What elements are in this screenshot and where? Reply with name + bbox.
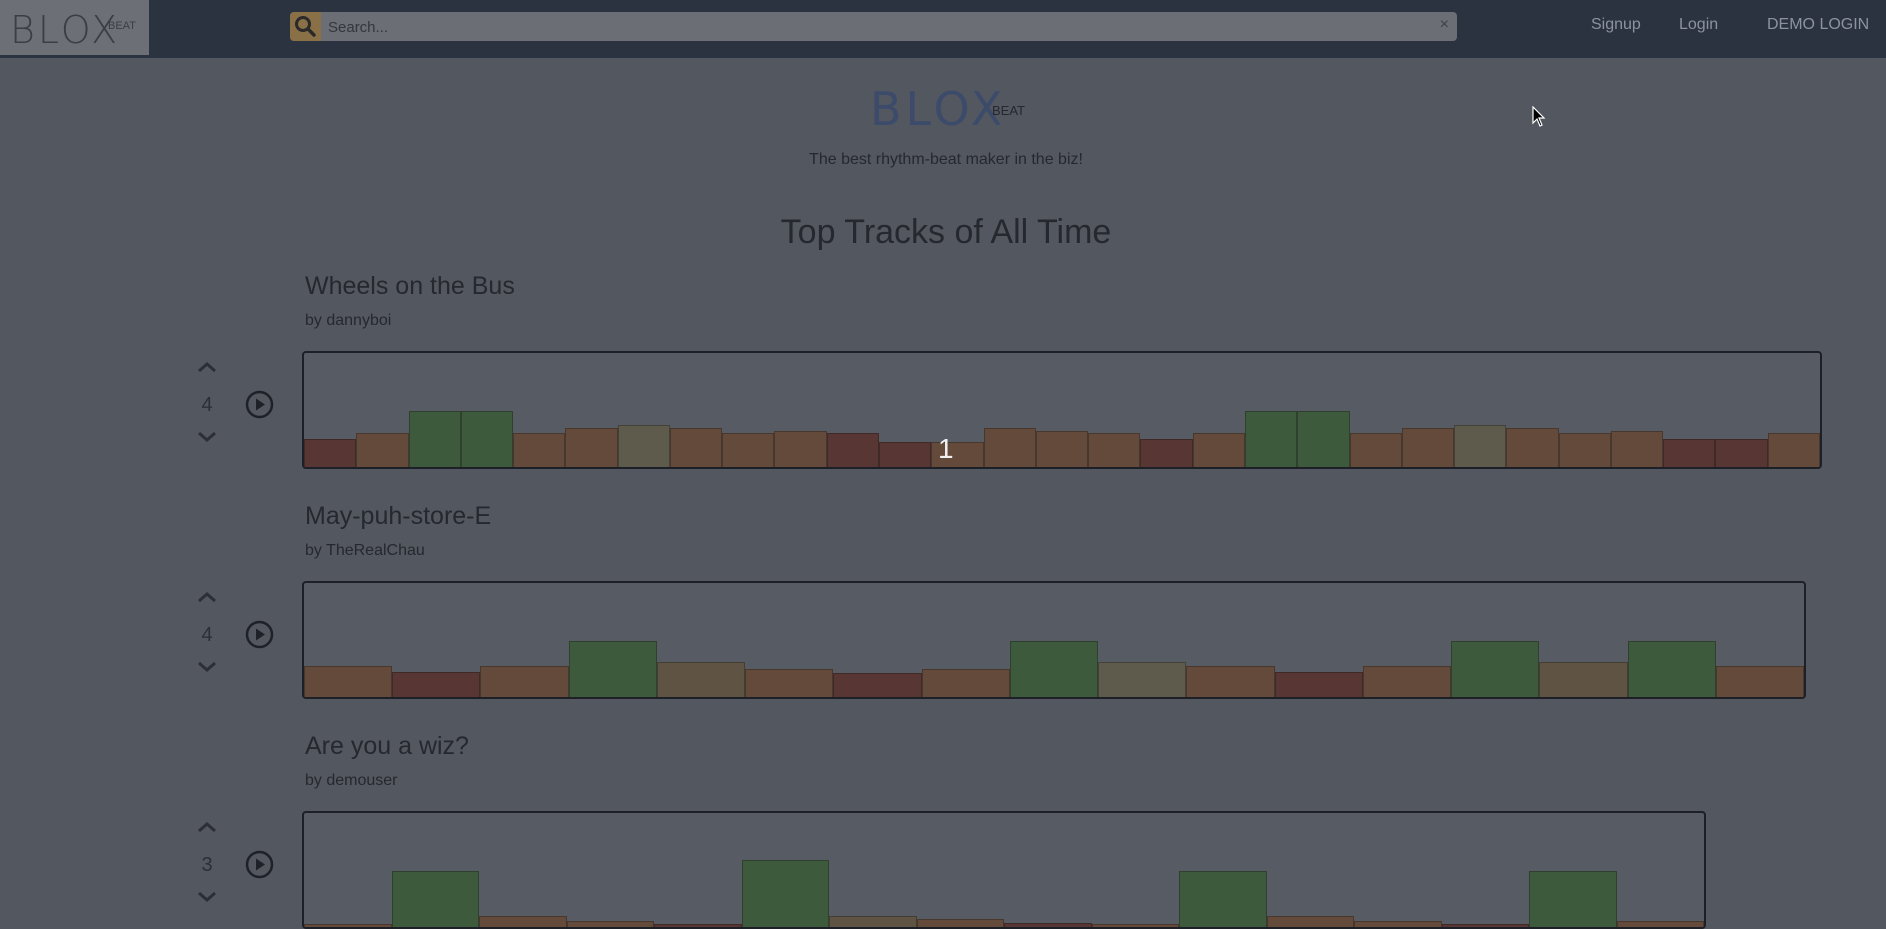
track-title[interactable]: Wheels on the Bus — [305, 272, 515, 301]
beat-block[interactable] — [1506, 428, 1559, 467]
beat-block[interactable] — [983, 428, 1036, 467]
hero-logo-subtext: BEAT — [992, 103, 1025, 118]
play-button-icon[interactable] — [245, 850, 274, 879]
beat-block[interactable] — [1454, 425, 1507, 467]
beat-block[interactable] — [741, 860, 829, 927]
search-bar: × — [290, 12, 1457, 43]
beat-block[interactable] — [1088, 433, 1141, 467]
beat-block[interactable] — [1186, 666, 1275, 697]
beat-block[interactable] — [656, 662, 746, 697]
upvote-chevron-icon[interactable] — [196, 590, 218, 606]
hero-logo-text: BLOX — [870, 82, 1007, 136]
beat-block[interactable] — [1451, 641, 1540, 697]
home-logo[interactable]: BLOX BEAT — [0, 0, 149, 55]
beat-block[interactable] — [1354, 921, 1442, 927]
beat-block[interactable] — [513, 433, 566, 467]
beat-block[interactable] — [1009, 641, 1099, 697]
beat-block[interactable] — [1091, 924, 1179, 927]
beat-block[interactable] — [1098, 662, 1187, 697]
beat-block[interactable] — [1274, 672, 1363, 697]
clear-search-icon[interactable]: × — [1440, 16, 1449, 34]
beat-block[interactable] — [617, 425, 670, 467]
downvote-chevron-icon[interactable] — [196, 660, 218, 676]
beat-block[interactable] — [356, 433, 409, 467]
track-author[interactable]: by TheRealChau — [305, 542, 425, 560]
beat-block[interactable] — [1004, 923, 1092, 927]
beat-grid[interactable]: 1 — [302, 351, 1822, 469]
beat-block[interactable] — [460, 411, 514, 467]
beat-block[interactable] — [1179, 871, 1267, 927]
beat-block[interactable] — [1627, 641, 1716, 697]
beat-block[interactable] — [1663, 439, 1716, 467]
beat-block[interactable] — [1616, 921, 1704, 927]
vote-count: 3 — [201, 854, 213, 876]
beat-grid[interactable] — [302, 581, 1806, 699]
beat-block[interactable] — [1401, 428, 1455, 467]
beat-block[interactable] — [480, 666, 569, 697]
search-icon[interactable] — [290, 12, 321, 41]
beat-grid[interactable] — [302, 811, 1706, 929]
downvote-chevron-icon[interactable] — [196, 430, 218, 446]
beat-block[interactable] — [1297, 411, 1350, 467]
beat-block[interactable] — [565, 428, 618, 467]
search-input[interactable] — [326, 12, 1430, 43]
vote-count: 4 — [201, 394, 213, 416]
beat-block[interactable] — [745, 669, 834, 697]
beat-block[interactable] — [1266, 916, 1354, 927]
beat-block[interactable] — [1715, 666, 1804, 697]
beat-block[interactable] — [1192, 433, 1245, 467]
beat-indicator: 1 — [938, 433, 954, 464]
beat-block[interactable] — [304, 439, 357, 467]
beat-block[interactable] — [826, 433, 880, 467]
beat-block[interactable] — [921, 669, 1010, 697]
beat-block[interactable] — [1362, 666, 1452, 697]
beat-block[interactable] — [391, 871, 479, 927]
demo-login-link[interactable]: DEMO LOGIN — [1767, 16, 1869, 34]
signup-link[interactable]: Signup — [1591, 16, 1641, 34]
beat-block[interactable] — [392, 672, 481, 697]
beat-block[interactable] — [669, 428, 723, 467]
beat-block[interactable] — [566, 921, 654, 927]
beat-block[interactable] — [1349, 433, 1402, 467]
tagline: The best rhythm-beat maker in the biz! — [809, 151, 1083, 168]
beat-block[interactable] — [1140, 439, 1193, 467]
beat-block[interactable] — [304, 666, 393, 697]
beat-block[interactable] — [568, 641, 657, 697]
beat-block[interactable] — [1035, 431, 1089, 467]
beat-block[interactable] — [479, 916, 567, 927]
beat-block[interactable] — [1610, 431, 1664, 467]
beat-block[interactable] — [1529, 871, 1617, 927]
upvote-chevron-icon[interactable] — [196, 820, 218, 836]
beat-block[interactable] — [774, 431, 827, 467]
beat-block[interactable] — [879, 442, 932, 467]
beat-block[interactable] — [1558, 433, 1611, 467]
play-button-icon[interactable] — [245, 620, 274, 649]
track-title[interactable]: May-puh-store-E — [305, 502, 491, 531]
login-link[interactable]: Login — [1679, 16, 1718, 34]
beat-block[interactable] — [654, 924, 742, 927]
beat-block[interactable] — [1767, 433, 1820, 467]
track-title[interactable]: Are you a wiz? — [305, 732, 469, 761]
vote-count: 4 — [201, 624, 213, 646]
beat-block[interactable] — [916, 919, 1004, 927]
beat-block[interactable] — [833, 673, 922, 697]
downvote-chevron-icon[interactable] — [196, 890, 218, 906]
beat-block[interactable] — [408, 411, 461, 467]
mouse-cursor-icon — [1532, 105, 1546, 133]
beat-block[interactable] — [304, 924, 392, 927]
beat-block[interactable] — [722, 433, 775, 467]
logo-subtext: BEAT — [108, 20, 136, 32]
beat-block[interactable] — [1244, 411, 1298, 467]
page-title: Top Tracks of All Time — [780, 213, 1112, 251]
upvote-chevron-icon[interactable] — [196, 360, 218, 376]
track-author[interactable]: by demouser — [305, 772, 398, 790]
track-author[interactable]: by dannyboi — [305, 312, 391, 330]
top-navbar: BLOX BEAT × Signup Login DEMO LOGIN — [0, 0, 1886, 58]
beat-block[interactable] — [829, 916, 917, 927]
beat-block[interactable] — [1539, 662, 1628, 697]
beat-block[interactable] — [1441, 924, 1529, 927]
logo-text: BLOX — [10, 8, 121, 52]
play-button-icon[interactable] — [245, 390, 274, 419]
beat-block[interactable] — [1715, 439, 1768, 467]
